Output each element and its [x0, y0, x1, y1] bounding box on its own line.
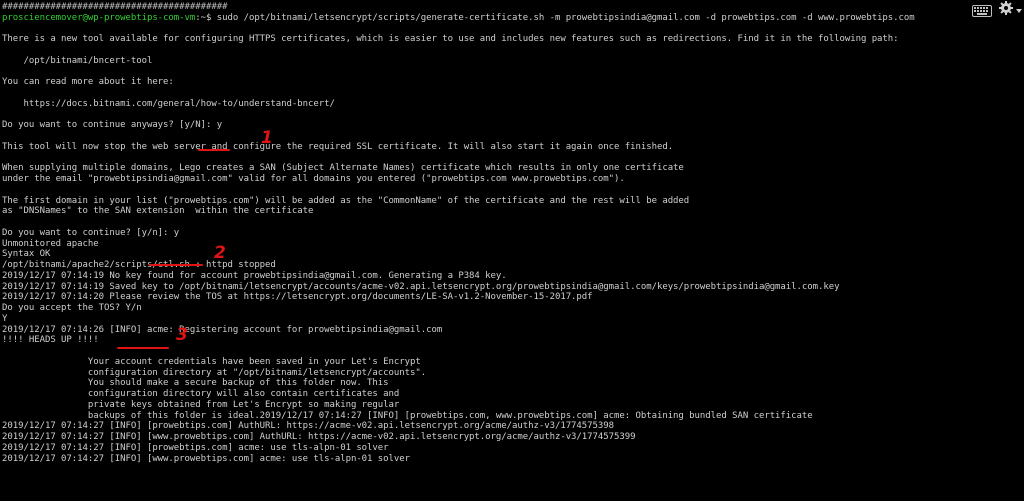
- terminal-line: configuration directory at "/opt/bitnami…: [2, 367, 427, 378]
- terminal-line: Unmonitored apache: [2, 238, 99, 249]
- terminal-line: Do you want to continue? [y/n]: y: [2, 227, 180, 238]
- terminal-line: 2019/12/17 07:14:27 [INFO] [www.prowebti…: [2, 432, 636, 442]
- terminal-output: ########################################…: [2, 2, 984, 464]
- terminal-line: under the email "prowebtipsindia@gmail.c…: [2, 174, 625, 184]
- annotation-underline-2: [149, 264, 203, 266]
- annotation-mark-2: 2: [214, 243, 226, 263]
- annotation-underline-1: [198, 149, 230, 151]
- prompt-command: sudo /opt/bitnami/letsencrypt/scripts/ge…: [211, 12, 915, 23]
- terminal-line: !!!! HEADS UP !!!!: [2, 335, 99, 346]
- output-lines: There is a new tool available for config…: [2, 24, 984, 465]
- command-prompt-line: prosciencemover@wp-prowebtips-com-vm:~$ …: [2, 13, 984, 24]
- terminal-line: The first domain in your list ("prowebti…: [2, 195, 690, 206]
- terminal-line: ########################################…: [2, 2, 228, 12]
- terminal-line: 2019/12/17 07:14:27 [INFO] [prowebtips.c…: [2, 442, 389, 453]
- annotation-underline-3: [117, 347, 169, 349]
- terminal-line: You can read more about it here:: [2, 77, 174, 88]
- terminal-line: 2019/12/17 07:14:26 [INFO] acme: Registe…: [2, 324, 443, 335]
- terminal-line: 2019/12/17 07:14:27 [INFO] [prowebtips.c…: [2, 421, 615, 432]
- terminal-line: Your account credentials have been saved…: [2, 356, 421, 367]
- terminal-line: There is a new tool available for config…: [2, 34, 899, 45]
- annotation-mark-1: 1: [261, 128, 273, 148]
- terminal-line: This tool will now stop the web server a…: [2, 141, 674, 152]
- keyboard-icon[interactable]: [972, 2, 992, 21]
- terminal-window[interactable]: ########################################…: [0, 0, 1024, 501]
- terminal-line: Syntax OK: [2, 249, 51, 260]
- annotation-mark-3: 3: [176, 325, 188, 345]
- terminal-line: Do you accept the TOS? Y/n: [2, 303, 142, 313]
- prompt-path: :~$: [195, 12, 212, 23]
- terminal-line: 2019/12/17 07:14:27 [INFO] [www.prowebti…: [2, 453, 411, 464]
- gear-icon[interactable]: [998, 0, 1022, 19]
- terminal-line: 2019/12/17 07:14:19 Saved key to /opt/bi…: [2, 281, 840, 292]
- terminal-line: /opt/bitnami/bncert-tool: [2, 55, 153, 66]
- terminal-line: as "DNSNames" to the SAN extension withi…: [2, 206, 314, 217]
- terminal-line: Do you want to continue anyways? [y/N]: …: [2, 120, 223, 131]
- terminal-line: Y: [2, 313, 8, 324]
- terminal-line: private keys obtained from Let's Encrypt…: [2, 399, 400, 410]
- terminal-line: 2019/12/17 07:14:20 Please review the TO…: [2, 292, 593, 303]
- terminal-line: https://docs.bitnami.com/general/how-to/…: [2, 98, 335, 109]
- terminal-line: backups of this folder is ideal.2019/12/…: [2, 410, 813, 421]
- prompt-user-host: prosciencemover@wp-prowebtips-com-vm: [2, 12, 196, 23]
- terminal-line: configuration directory will also contai…: [2, 389, 400, 399]
- terminal-line: You should make a secure backup of this …: [2, 378, 389, 389]
- terminal-toolbar: [964, 0, 1024, 19]
- terminal-line: When supplying multiple domains, Lego cr…: [2, 163, 684, 174]
- terminal-line: 2019/12/17 07:14:19 No key found for acc…: [2, 270, 507, 281]
